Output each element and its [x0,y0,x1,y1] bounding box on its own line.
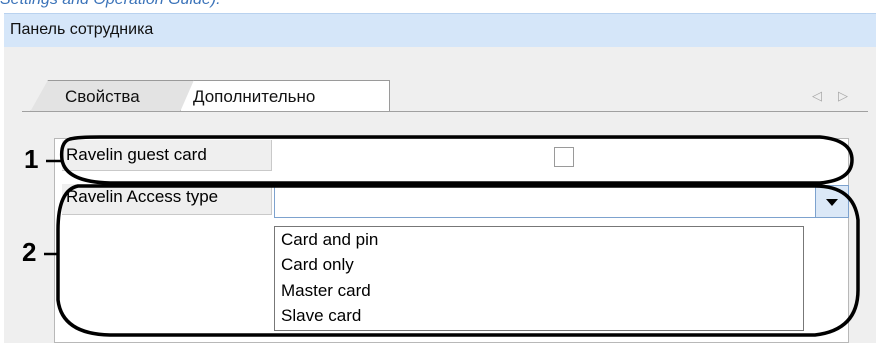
callout-overlay [44,135,860,337]
callout-number-1: 1 [24,144,39,174]
callout-number-2: 2 [22,237,37,267]
callout-2-outline [56,184,860,337]
callout-1-outline [59,135,854,185]
